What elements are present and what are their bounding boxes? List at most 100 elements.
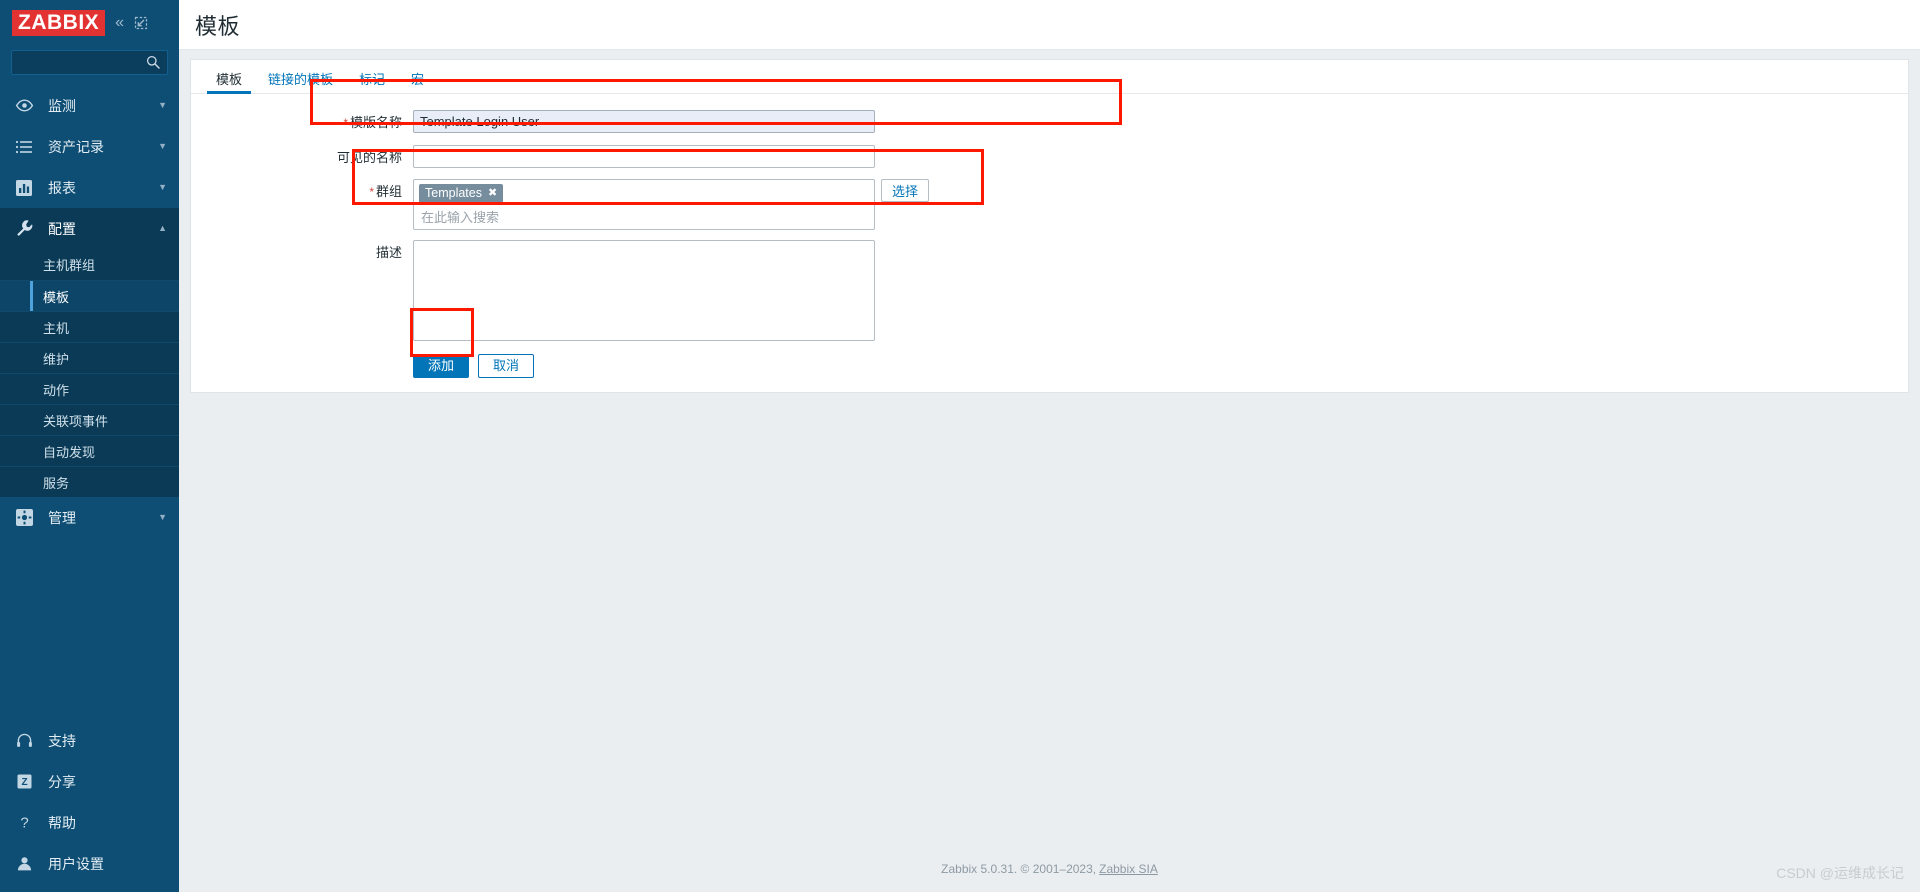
label-text: 描述: [375, 245, 402, 260]
sidebar-subitem-label: 维护: [43, 351, 70, 367]
eye-icon: [14, 96, 34, 116]
sidebar-search: [0, 46, 179, 85]
secondary-navigation: 支持 Z 分享 ? 帮助 用户设置: [0, 720, 179, 892]
sidebar-item-user-settings[interactable]: 用户设置: [0, 843, 179, 884]
close-icon[interactable]: ✖: [488, 187, 497, 199]
sidebar: ZABBIX « 监测 ▼ 资产记录 ▼ 报表 ▼ 配置 ▲ 主机群组 模板 主…: [0, 0, 179, 892]
search-box[interactable]: [11, 50, 168, 75]
question-mark-icon: ?: [14, 813, 34, 833]
chevron-down-icon: ▼: [158, 99, 167, 110]
group-chip[interactable]: Templates ✖: [419, 184, 504, 203]
gear-icon: [14, 508, 34, 528]
required-marker: *: [343, 116, 348, 130]
svg-text:?: ?: [20, 815, 28, 832]
groups-label: * 群组: [191, 179, 413, 204]
sidebar-item-templates[interactable]: 模板: [0, 280, 179, 311]
form-tabs: 模板 链接的模板 标记 宏: [191, 60, 1908, 94]
sidebar-item-administration[interactable]: 管理 ▼: [0, 497, 179, 538]
primary-navigation: 监测 ▼ 资产记录 ▼ 报表 ▼ 配置 ▲ 主机群组 模板 主机 维护 动作 关…: [0, 85, 179, 538]
sidebar-item-reports[interactable]: 报表 ▼: [0, 167, 179, 208]
sidebar-item-services[interactable]: 服务: [0, 466, 179, 497]
tab-tags[interactable]: 标记: [346, 73, 398, 93]
zabbix-logo[interactable]: ZABBIX: [12, 10, 106, 36]
sidebar-subitem-label: 关联项事件: [43, 413, 109, 429]
chevron-down-icon: ▼: [158, 140, 167, 151]
sidebar-item-label: 帮助: [48, 814, 76, 831]
sidebar-item-label: 配置: [48, 220, 76, 237]
search-input[interactable]: [12, 51, 167, 74]
cancel-button[interactable]: 取消: [478, 354, 535, 378]
sidebar-item-support[interactable]: 支持: [0, 720, 179, 761]
watermark: CSDN @运维成长记: [1776, 865, 1904, 881]
sidebar-item-label: 资产记录: [48, 138, 104, 155]
sidebar-subitem-label: 模板: [43, 289, 70, 305]
sidebar-item-actions[interactable]: 动作: [0, 373, 179, 404]
form-row-description: 描述: [191, 240, 1908, 341]
sidebar-item-label: 支持: [48, 732, 76, 749]
headset-icon: [14, 731, 34, 751]
sidebar-item-label: 用户设置: [48, 855, 104, 872]
label-text: 模版名称: [349, 115, 402, 130]
chip-label: Templates: [425, 186, 482, 200]
tab-label: 模板: [216, 72, 243, 87]
groups-multiselect[interactable]: Templates ✖ 在此输入搜索: [413, 179, 875, 230]
sidebar-item-monitoring[interactable]: 监测 ▼: [0, 85, 179, 126]
sidebar-item-hosts[interactable]: 主机: [0, 311, 179, 342]
chevron-down-icon: ▼: [158, 181, 167, 192]
label-text: 群组: [375, 184, 402, 199]
chevron-double-left-icon[interactable]: «: [115, 15, 124, 31]
label-text: 可见的名称: [336, 150, 402, 165]
description-label: 描述: [191, 240, 413, 264]
configuration-submenu: 主机群组 模板 主机 维护 动作 关联项事件 自动发现 服务: [0, 249, 179, 497]
tab-linked-templates[interactable]: 链接的模板: [255, 73, 346, 93]
content-area: 模板 链接的模板 标记 宏 * 模版名称 Template Login User…: [179, 50, 1920, 846]
zabbix-sia-link[interactable]: Zabbix SIA: [1099, 862, 1158, 876]
tab-label: 标记: [359, 72, 386, 87]
template-name-input[interactable]: [413, 110, 875, 133]
tab-label: 宏: [411, 72, 425, 87]
sidebar-subitem-label: 服务: [43, 475, 70, 491]
main-content: 模板 模板 链接的模板 标记 宏 * 模版名称 Template Login U…: [179, 0, 1920, 892]
sidebar-item-configuration[interactable]: 配置 ▲: [0, 208, 179, 249]
form-row-visible-name: 可见的名称: [191, 145, 1908, 169]
sidebar-item-event-correlation[interactable]: 关联项事件: [0, 404, 179, 435]
sidebar-item-label: 管理: [48, 509, 76, 526]
sidebar-header: ZABBIX «: [0, 0, 179, 46]
sidebar-subitem-label: 主机群组: [43, 258, 96, 273]
page-footer: Zabbix 5.0.31. © 2001–2023, Zabbix SIA C…: [179, 846, 1920, 892]
template-form-panel: 模板 链接的模板 标记 宏 * 模版名称 Template Login User…: [190, 59, 1909, 393]
user-icon: [14, 854, 34, 874]
groups-search-input[interactable]: 在此输入搜索: [419, 203, 869, 226]
sidebar-subitem-label: 自动发现: [43, 444, 96, 460]
sidebar-item-share[interactable]: Z 分享: [0, 761, 179, 802]
form-actions: 添加 取消: [191, 354, 1908, 378]
tab-label: 链接的模板: [268, 72, 334, 87]
sidebar-item-help[interactable]: ? 帮助: [0, 802, 179, 843]
form-row-template-name: * 模版名称: [191, 110, 1908, 135]
list-icon: [14, 137, 34, 157]
page-title: 模板: [195, 13, 241, 39]
tab-macros[interactable]: 宏: [398, 73, 437, 93]
svg-text:Z: Z: [21, 777, 27, 788]
sidebar-item-discovery[interactable]: 自动发现: [0, 435, 179, 466]
select-groups-button[interactable]: 选择: [881, 179, 930, 202]
tab-template[interactable]: 模板: [203, 72, 255, 94]
description-textarea[interactable]: [413, 240, 875, 341]
chevron-up-icon: ▲: [158, 222, 167, 233]
visible-name-input[interactable]: [413, 145, 875, 168]
sidebar-item-host-groups[interactable]: 主机群组: [0, 249, 179, 280]
visible-name-label: 可见的名称: [191, 145, 413, 169]
template-form: *模版名称 可见的名称 *群组 Templat: [191, 94, 1908, 378]
expand-window-icon[interactable]: [134, 16, 148, 30]
sidebar-subitem-label: 动作: [43, 382, 70, 398]
sidebar-item-inventory[interactable]: 资产记录 ▼: [0, 126, 179, 167]
template-name-label: * 模版名称: [191, 110, 413, 135]
form-row-groups: * 群组 Templates ✖ 在此输入搜索 选择: [191, 179, 1908, 230]
page-header: 模板: [179, 0, 1920, 50]
sidebar-subitem-label: 主机: [43, 320, 70, 336]
sidebar-item-label: 报表: [48, 179, 76, 196]
sidebar-item-maintenance[interactable]: 维护: [0, 342, 179, 373]
chevron-down-icon: ▼: [158, 511, 167, 522]
add-button[interactable]: 添加: [413, 354, 470, 378]
footer-text: Zabbix 5.0.31. © 2001–2023,: [941, 862, 1097, 876]
